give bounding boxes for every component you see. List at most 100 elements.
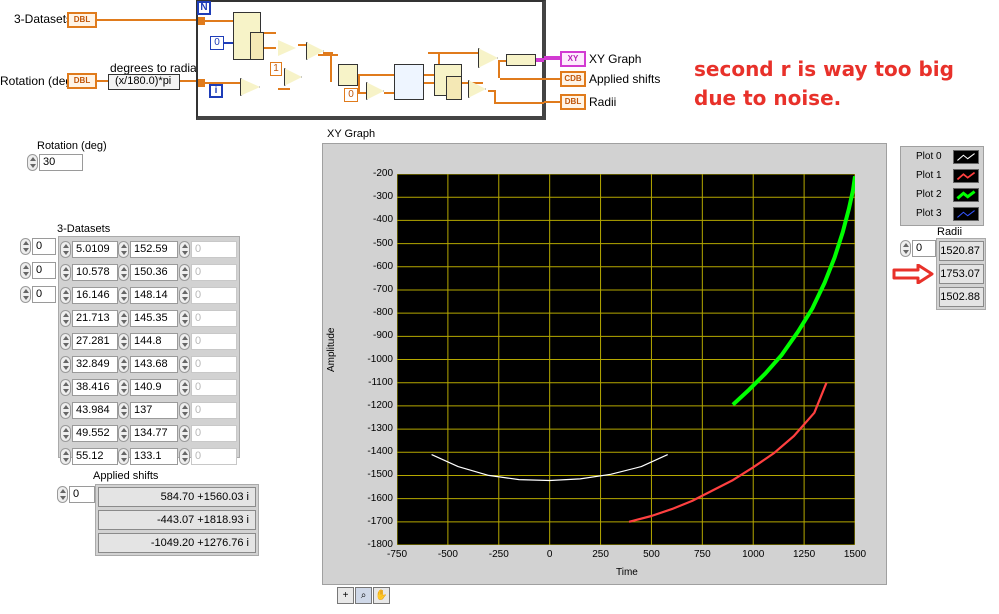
- rotation-terminal[interactable]: DBL: [67, 73, 97, 89]
- loop-count-terminal[interactable]: N: [197, 1, 211, 15]
- dataset-cell-c[interactable]: 0: [191, 287, 237, 304]
- multiply-node-2[interactable]: [240, 78, 260, 96]
- dataset-cell-c-spinner[interactable]: [179, 333, 190, 350]
- dataset-cell-a[interactable]: 10.578: [72, 264, 118, 281]
- dataset-cell-b[interactable]: 133.1: [130, 448, 178, 465]
- dataset-cell-a[interactable]: 32.849: [72, 356, 118, 373]
- dataset-cell-c[interactable]: 0: [191, 425, 237, 442]
- dataset-cell-a-spinner[interactable]: [60, 241, 71, 258]
- dataset-cell-a-spinner[interactable]: [60, 448, 71, 465]
- dataset-cell-a-spinner[interactable]: [60, 264, 71, 281]
- dataset-cell-b-spinner[interactable]: [118, 241, 129, 258]
- dataset-cell-b[interactable]: 144.8: [130, 333, 178, 350]
- dataset-cell-c[interactable]: 0: [191, 241, 237, 258]
- xy-graph-terminal[interactable]: XY: [560, 51, 586, 67]
- index-array-node-2[interactable]: [250, 32, 264, 60]
- dataset-cell-b-spinner[interactable]: [118, 356, 129, 373]
- dataset-cell-a[interactable]: 21.713: [72, 310, 118, 327]
- dataset-cell-a-spinner[interactable]: [60, 356, 71, 373]
- dataset-cell-a[interactable]: 16.146: [72, 287, 118, 304]
- applied-shifts-index[interactable]: 0: [69, 486, 95, 503]
- dataset-cell-b[interactable]: 140.9: [130, 379, 178, 396]
- dataset-cell-c-spinner[interactable]: [179, 379, 190, 396]
- dataset-cell-b[interactable]: 143.68: [130, 356, 178, 373]
- fit-subvi-node[interactable]: [394, 64, 424, 100]
- dataset-cell-c[interactable]: 0: [191, 402, 237, 419]
- dataset-cell-b-spinner[interactable]: [118, 448, 129, 465]
- zero-constant-a[interactable]: 0: [210, 36, 224, 50]
- dataset-cell-a[interactable]: 27.281: [72, 333, 118, 350]
- applied-shifts-spinner[interactable]: [57, 486, 68, 503]
- dataset-cell-c[interactable]: 0: [191, 356, 237, 373]
- rotation-input[interactable]: 30: [39, 154, 83, 171]
- dataset-cell-c-spinner[interactable]: [179, 310, 190, 327]
- subtract-node-2[interactable]: [478, 48, 498, 68]
- dataset-cell-b-spinner[interactable]: [118, 310, 129, 327]
- dataset-cell-b[interactable]: 150.36: [130, 264, 178, 281]
- formula-node[interactable]: (x/180.0)*pi: [108, 74, 180, 90]
- complex-node[interactable]: [338, 64, 358, 86]
- legend-plot-1[interactable]: Plot 1: [904, 168, 980, 185]
- zoom-tool-icon[interactable]: ⌕: [355, 587, 372, 604]
- dataset-cell-c[interactable]: 0: [191, 448, 237, 465]
- index-node-3[interactable]: [446, 76, 462, 100]
- dataset-cell-a[interactable]: 5.0109: [72, 241, 118, 258]
- applied-shifts-terminal[interactable]: CDB: [560, 71, 586, 87]
- radii-terminal[interactable]: DBL: [560, 94, 586, 110]
- cluster-node[interactable]: [506, 54, 536, 66]
- cursor-tool-icon[interactable]: +: [337, 587, 354, 604]
- radii-index[interactable]: 0: [912, 240, 936, 257]
- legend-plot-2[interactable]: Plot 2: [904, 187, 980, 204]
- dataset-cell-b-spinner[interactable]: [118, 264, 129, 281]
- for-loop-frame[interactable]: N i 0 1 0: [196, 0, 546, 120]
- loop-index-terminal[interactable]: i: [209, 84, 223, 98]
- dataset-cell-c-spinner[interactable]: [179, 356, 190, 373]
- dataset-cell-a-spinner[interactable]: [60, 402, 71, 419]
- multiply-node[interactable]: [306, 42, 324, 60]
- datasets-terminal[interactable]: DBL: [67, 12, 97, 28]
- dataset-cell-c[interactable]: 0: [191, 264, 237, 281]
- dataset-cell-c-spinner[interactable]: [179, 425, 190, 442]
- dataset-cell-a[interactable]: 55.12: [72, 448, 118, 465]
- dataset-cell-c-spinner[interactable]: [179, 287, 190, 304]
- dataset-cell-c[interactable]: 0: [191, 379, 237, 396]
- dataset-cell-b-spinner[interactable]: [118, 333, 129, 350]
- pan-tool-icon[interactable]: ✋: [373, 587, 390, 604]
- dataset-cell-b-spinner[interactable]: [118, 402, 129, 419]
- dataset-cell-b[interactable]: 137: [130, 402, 178, 419]
- dataset-cell-a-spinner[interactable]: [60, 287, 71, 304]
- dataset-cell-a-spinner[interactable]: [60, 425, 71, 442]
- dataset-cell-c[interactable]: 0: [191, 333, 237, 350]
- zero-constant-b[interactable]: 0: [344, 88, 358, 102]
- dataset-cell-b[interactable]: 145.35: [130, 310, 178, 327]
- rotation-spinner[interactable]: [27, 154, 38, 171]
- dataset-cell-b-spinner[interactable]: [118, 287, 129, 304]
- subtract-node[interactable]: [278, 40, 296, 56]
- dataset-cell-a-spinner[interactable]: [60, 379, 71, 396]
- dataset-cell-b-spinner[interactable]: [118, 425, 129, 442]
- divide-node[interactable]: [284, 68, 302, 86]
- xy-graph-plot[interactable]: [397, 174, 855, 545]
- dataset-cell-a-spinner[interactable]: [60, 333, 71, 350]
- dataset-cell-b-spinner[interactable]: [118, 379, 129, 396]
- dataset-cell-c-spinner[interactable]: [179, 402, 190, 419]
- x-tick-label: -500: [437, 549, 458, 560]
- legend-plot-0[interactable]: Plot 0: [904, 149, 980, 166]
- dataset-cell-a[interactable]: 49.552: [72, 425, 118, 442]
- dataset-cell-c-spinner[interactable]: [179, 241, 190, 258]
- dataset-cell-b[interactable]: 148.14: [130, 287, 178, 304]
- dataset-cell-a[interactable]: 43.984: [72, 402, 118, 419]
- multiply-node-3[interactable]: [366, 82, 384, 100]
- legend-plot-3[interactable]: Plot 3: [904, 206, 980, 223]
- radii-spinner[interactable]: [900, 240, 911, 257]
- dataset-cell-b[interactable]: 134.77: [130, 425, 178, 442]
- one-constant[interactable]: 1: [270, 62, 282, 76]
- dataset-cell-c-spinner[interactable]: [179, 448, 190, 465]
- dataset-cell-b[interactable]: 152.59: [130, 241, 178, 258]
- dataset-cell-c-spinner[interactable]: [179, 264, 190, 281]
- dataset-cell-a[interactable]: 38.416: [72, 379, 118, 396]
- dataset-cell-a-spinner[interactable]: [60, 310, 71, 327]
- xy-graph-svg: [397, 174, 855, 545]
- y-tick-label: -1400: [367, 446, 393, 458]
- dataset-cell-c[interactable]: 0: [191, 310, 237, 327]
